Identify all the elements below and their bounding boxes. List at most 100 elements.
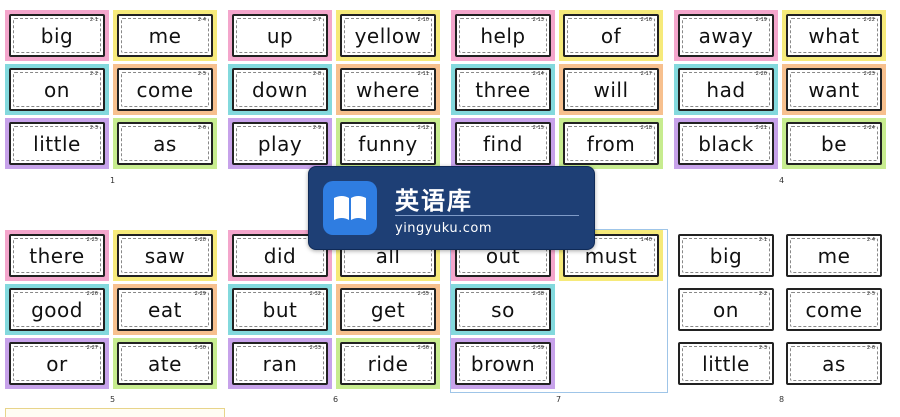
word-card: 2-19 away bbox=[674, 10, 778, 61]
word-card: 2-1 big bbox=[5, 10, 109, 61]
word-card: 2-5 come bbox=[782, 284, 886, 335]
word-card: 2-26 good bbox=[5, 284, 109, 335]
card-code: 2-13 bbox=[532, 17, 544, 23]
card-word: brown bbox=[470, 351, 536, 376]
watermark-url: yingyuku.com bbox=[395, 221, 492, 236]
card-code: 2-30 bbox=[194, 345, 206, 351]
word-card: 2-29 eat bbox=[113, 284, 217, 335]
page-6[interactable]: 2-31did 2-34all 2-32but 2-35get 2-33ran … bbox=[228, 230, 444, 404]
card-word: will bbox=[593, 77, 629, 102]
word-card: 2-6 as bbox=[782, 338, 886, 389]
word-card: 2-1 big bbox=[674, 230, 778, 281]
card-word: big bbox=[40, 23, 74, 48]
card-code: 2-3 bbox=[89, 125, 98, 131]
word-card: 2-35 get bbox=[336, 284, 440, 335]
card-code: 2-18 bbox=[640, 125, 652, 131]
word-card: 2-5 come bbox=[113, 64, 217, 115]
card-word: eat bbox=[148, 297, 182, 322]
page-5[interactable]: 2-25 there 2-28 saw 2-26 good 2-29 eat 2-27 o… bbox=[5, 230, 221, 404]
card-word: three bbox=[475, 77, 531, 102]
page-number: 7 bbox=[556, 395, 562, 404]
card-code: 2-33 bbox=[309, 345, 321, 351]
word-card: 2-20 had bbox=[674, 64, 778, 115]
word-card: 2-8 down bbox=[228, 64, 332, 115]
card-word: come bbox=[805, 297, 863, 322]
card-word: help bbox=[480, 23, 526, 48]
card-word: big bbox=[709, 243, 743, 268]
card-code: 2-28 bbox=[194, 237, 206, 243]
card-code: 2-35 bbox=[417, 291, 429, 297]
card-code: 2-7 bbox=[312, 17, 321, 23]
word-card: 2-14 three bbox=[451, 64, 555, 115]
card-code: 2-39 bbox=[532, 345, 544, 351]
word-card: 2-3 little bbox=[5, 118, 109, 169]
word-card: 2-33 ran bbox=[228, 338, 332, 389]
card-word: up bbox=[266, 23, 294, 48]
word-card: 2-32 but bbox=[228, 284, 332, 335]
word-card: 2-3 little bbox=[674, 338, 778, 389]
card-code: 2-5 bbox=[197, 71, 206, 77]
card-code: 2-1 bbox=[758, 237, 767, 243]
page-number: 5 bbox=[110, 395, 116, 404]
card-code: 2-19 bbox=[755, 17, 767, 23]
word-card: 2-12 funny bbox=[336, 118, 440, 169]
card-word: from bbox=[586, 131, 636, 156]
card-word: as bbox=[822, 351, 846, 376]
card-code: 2-20 bbox=[755, 71, 767, 77]
card-code: 1-40 bbox=[640, 237, 652, 243]
word-card: 2-4 me bbox=[113, 10, 217, 61]
card-word: black bbox=[698, 131, 754, 156]
card-word: had bbox=[706, 77, 746, 102]
page-4[interactable]: 2-19 away 2-22 what 2-20 had 2-23 want 2-21 b… bbox=[674, 10, 890, 185]
word-card: 2-17 will bbox=[559, 64, 663, 115]
card-code: 2-15 bbox=[532, 125, 544, 131]
card-code: 2-25 bbox=[86, 237, 98, 243]
card-code: 2-12 bbox=[417, 125, 429, 131]
card-code: 2-8 bbox=[312, 71, 321, 77]
card-word: saw bbox=[144, 243, 186, 268]
card-code: 2-23 bbox=[863, 71, 875, 77]
word-card: 2-13 help bbox=[451, 10, 555, 61]
card-code: 2-14 bbox=[532, 71, 544, 77]
card-word: ride bbox=[367, 351, 409, 376]
page-number: 4 bbox=[779, 176, 785, 185]
card-code: 2-32 bbox=[309, 291, 321, 297]
page-1[interactable]: 2-1 big 2-4 me 2-2 on 2-5 come 2-3 little 2-6… bbox=[5, 10, 221, 185]
card-word: or bbox=[46, 351, 68, 376]
card-code: 2-26 bbox=[86, 291, 98, 297]
word-card: 2-25 there bbox=[5, 230, 109, 281]
card-code: 2-9 bbox=[312, 125, 321, 131]
card-code: 2-21 bbox=[755, 125, 767, 131]
page-7[interactable]: 2-37out 1-40must 2-38so 2-39brown 7 bbox=[450, 229, 668, 404]
card-word: did bbox=[263, 243, 297, 268]
card-word: on bbox=[44, 77, 70, 102]
card-code: 2-2 bbox=[89, 71, 98, 77]
watermark-divider bbox=[395, 215, 579, 216]
card-code: 2-1 bbox=[89, 17, 98, 23]
word-card: 2-36 ride bbox=[336, 338, 440, 389]
watermark-title: 英语库 bbox=[395, 187, 473, 215]
word-card: 2-21 black bbox=[674, 118, 778, 169]
card-code: 2-6 bbox=[197, 125, 206, 131]
word-card: 2-2 on bbox=[5, 64, 109, 115]
card-word: little bbox=[33, 131, 81, 156]
word-card: 2-6 as bbox=[113, 118, 217, 169]
card-word: on bbox=[713, 297, 739, 322]
card-code: 2-17 bbox=[640, 71, 652, 77]
page-number: 6 bbox=[333, 395, 339, 404]
page-3[interactable]: 2-13 help 2-16 of 2-14 three 2-17 will 2-15 f… bbox=[451, 10, 667, 172]
card-code: 2-29 bbox=[194, 291, 206, 297]
word-card: 2-4 me bbox=[782, 230, 886, 281]
page-8[interactable]: 2-1 big 2-4 me 2-2 on 2-5 come 2-3 little 2-6… bbox=[674, 230, 890, 404]
card-word: want bbox=[808, 77, 860, 102]
card-word: yellow bbox=[354, 23, 422, 48]
card-code: 2-6 bbox=[866, 345, 875, 351]
word-card: 2-39 brown bbox=[451, 338, 555, 389]
word-card: 2-22 what bbox=[782, 10, 886, 61]
word-card: 2-7 up bbox=[228, 10, 332, 61]
word-card: 2-10 yellow bbox=[336, 10, 440, 61]
card-word: ran bbox=[262, 351, 298, 376]
card-word: of bbox=[600, 23, 622, 48]
word-card: 2-24 be bbox=[782, 118, 886, 169]
page-2[interactable]: 2-7 up 2-10 yellow 2-8 down 2-11 where 2-9 pl… bbox=[228, 10, 444, 172]
